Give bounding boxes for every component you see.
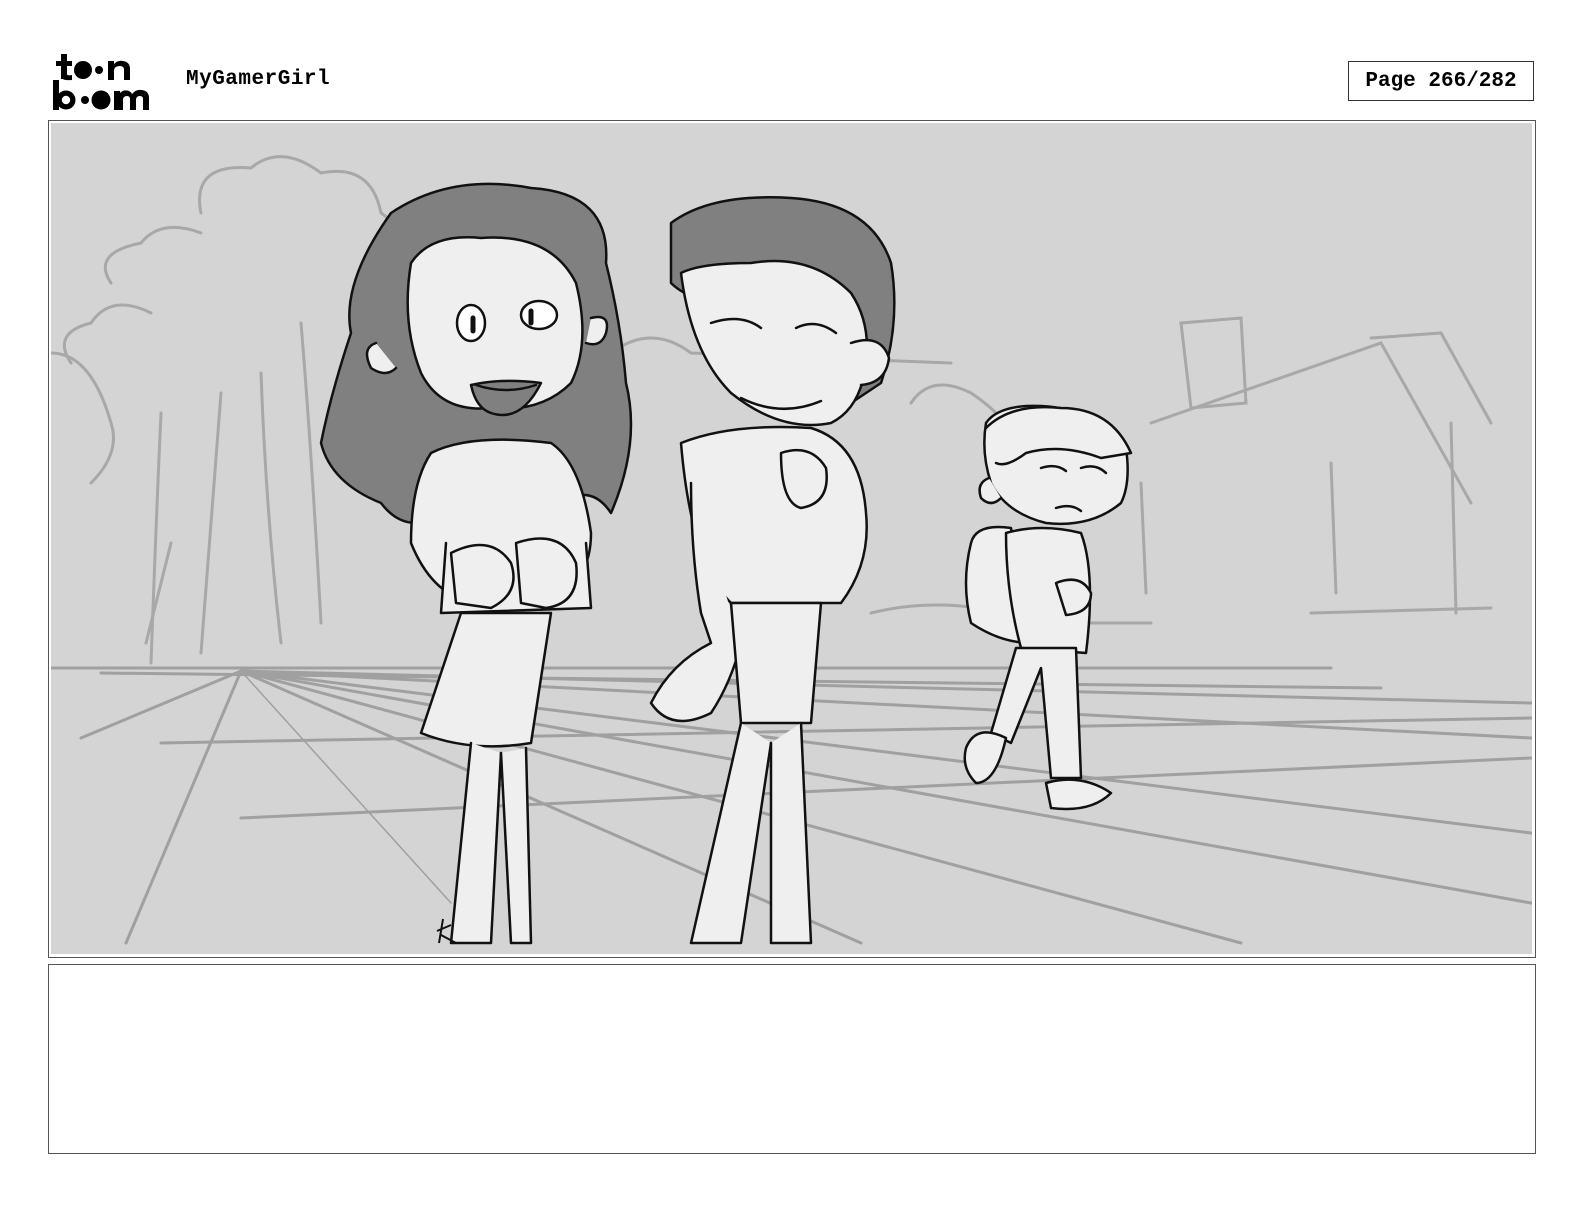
page-number-box: Page 266/282 [1348,61,1534,101]
storyboard-panel [48,120,1536,958]
dialogue-notes-box [48,964,1536,1154]
page-number-label: Page 266/282 [1365,69,1517,93]
panel-sketch-image [51,123,1532,954]
toon-boom-logo [53,54,149,110]
project-title: MyGamerGirl [186,68,331,91]
